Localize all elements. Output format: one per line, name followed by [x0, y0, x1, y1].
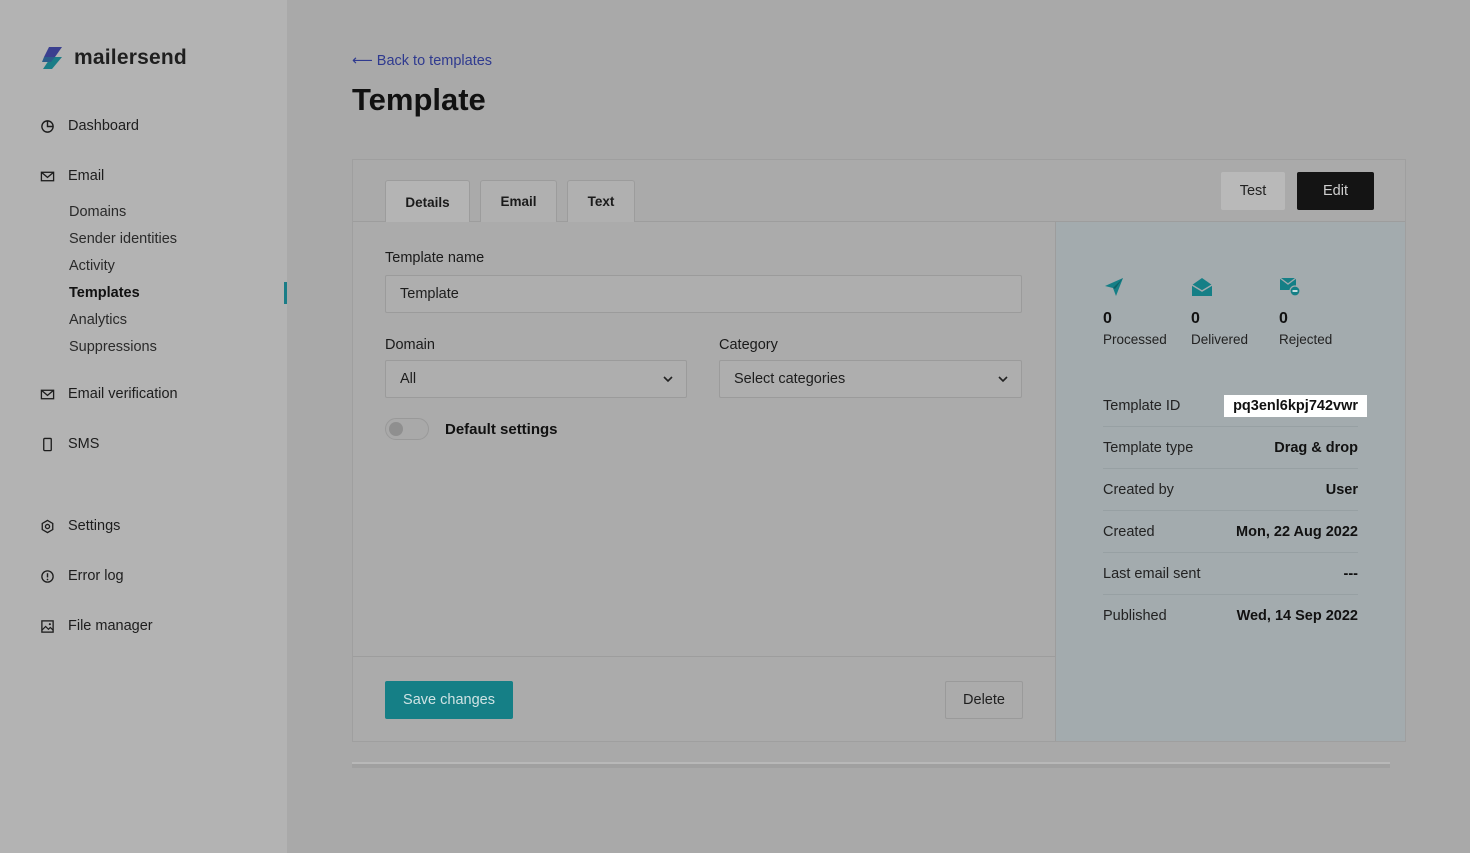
info-row-published: Published Wed, 14 Sep 2022: [1103, 595, 1358, 637]
stat-delivered: 0 Delivered: [1191, 276, 1248, 347]
image-icon: [41, 619, 54, 633]
sidebar: mailersend Dashboard Email Domains Sende…: [0, 0, 287, 853]
info-row-template-id: Template ID pq3enl6kpj742vwr: [1103, 385, 1367, 427]
edit-button[interactable]: Edit: [1297, 172, 1374, 210]
nav-sender-identities[interactable]: Sender identities: [69, 231, 177, 247]
created-label: Created: [1103, 523, 1155, 540]
page-title: Template: [352, 82, 486, 117]
template-info-panel: 0 Processed 0 Delivered 0 Rejected Templ…: [1055, 222, 1405, 741]
nav-suppressions[interactable]: Suppressions: [69, 339, 157, 355]
category-label: Category: [719, 337, 778, 353]
nav-domains[interactable]: Domains: [69, 204, 126, 220]
nav-sms[interactable]: SMS: [40, 436, 99, 452]
details-form: Template name Template Domain All Catego…: [353, 222, 1055, 741]
published-value: Wed, 14 Sep 2022: [1236, 608, 1358, 624]
back-to-templates-link[interactable]: ⟵ Back to templates: [352, 53, 492, 69]
back-link-label: Back to templates: [376, 53, 493, 69]
arrow-left-icon: ⟵: [352, 53, 373, 69]
nav-analytics[interactable]: Analytics: [69, 312, 127, 328]
nav-file-manager-label: File manager: [68, 618, 153, 634]
open-envelope-icon: [1191, 278, 1213, 296]
stat-rejected-label: Rejected: [1279, 332, 1333, 347]
envelope-icon: [40, 171, 55, 181]
created-by-label: Created by: [1103, 481, 1174, 498]
nav-sms-label: SMS: [68, 436, 100, 452]
nav-error-log[interactable]: Error log: [40, 568, 124, 584]
nav-email-verification[interactable]: Email verification: [40, 386, 178, 402]
stat-processed-value: 0: [1103, 310, 1112, 327]
nav-templates[interactable]: Templates: [69, 285, 140, 301]
template-id-label: Template ID: [1103, 397, 1181, 414]
info-row-created: Created Mon, 22 Aug 2022: [1103, 511, 1358, 553]
nav-settings[interactable]: Settings: [40, 518, 120, 534]
toggle-knob: [389, 422, 403, 436]
published-label: Published: [1103, 608, 1167, 624]
template-card: Details Email Text Test Edit Template na…: [352, 159, 1406, 742]
mailersend-logo-icon: [42, 47, 62, 69]
nav-error-log-label: Error log: [68, 568, 124, 584]
tab-text[interactable]: Text: [567, 180, 635, 222]
delete-button[interactable]: Delete: [945, 681, 1023, 719]
nav-email-verification-label: Email verification: [68, 386, 178, 402]
nav-email-label: Email: [68, 168, 105, 184]
stat-rejected: 0 Rejected: [1279, 276, 1332, 347]
pie-chart-icon: [41, 119, 54, 133]
template-id-value[interactable]: pq3enl6kpj742vwr: [1224, 394, 1367, 417]
brand-name: mailersend: [74, 46, 187, 69]
nav-settings-label: Settings: [68, 518, 121, 534]
info-row-template-type: Template type Drag & drop: [1103, 427, 1358, 469]
created-value: Mon, 22 Aug 2022: [1236, 523, 1358, 540]
nav-dashboard[interactable]: Dashboard: [40, 118, 139, 134]
save-changes-button[interactable]: Save changes: [385, 681, 513, 719]
stat-processed-label: Processed: [1103, 332, 1167, 347]
test-button[interactable]: Test: [1221, 172, 1285, 210]
gear-icon: [41, 519, 54, 533]
default-settings-label: Default settings: [445, 421, 558, 438]
alert-circle-icon: [41, 569, 54, 583]
active-nav-indicator: [284, 282, 287, 304]
brand-logo[interactable]: mailersend: [40, 45, 187, 71]
category-select[interactable]: Select categories: [719, 360, 1022, 398]
nav-dashboard-label: Dashboard: [68, 118, 139, 134]
info-row-last-email-sent: Last email sent ---: [1103, 553, 1358, 595]
chevron-down-icon: [663, 376, 673, 383]
template-type-label: Template type: [1103, 439, 1194, 456]
stat-processed: 0 Processed: [1103, 276, 1167, 347]
template-name-input[interactable]: Template: [385, 275, 1022, 313]
envelope-minus-icon: [1279, 277, 1301, 297]
stat-delivered-value: 0: [1191, 310, 1200, 327]
domain-select[interactable]: All: [385, 360, 687, 398]
category-select-value: Select categories: [734, 371, 846, 387]
tab-email[interactable]: Email: [480, 180, 557, 222]
domain-label: Domain: [385, 337, 435, 353]
stat-rejected-value: 0: [1279, 310, 1288, 327]
template-name-label: Template name: [385, 250, 485, 266]
nav-file-manager[interactable]: File manager: [40, 618, 153, 634]
template-type-value: Drag & drop: [1274, 439, 1358, 456]
form-footer: Save changes Delete: [353, 656, 1055, 741]
chevron-down-icon: [998, 376, 1008, 383]
envelope-check-icon: [40, 389, 55, 399]
created-by-value: User: [1325, 481, 1358, 498]
last-email-sent-value: ---: [1343, 565, 1359, 582]
default-settings-toggle[interactable]: [385, 418, 429, 440]
last-email-sent-label: Last email sent: [1103, 565, 1201, 582]
tab-details[interactable]: Details: [385, 180, 470, 223]
card-bottom-edge: [352, 762, 1390, 768]
phone-icon: [43, 437, 52, 451]
domain-select-value: All: [400, 371, 417, 387]
info-row-created-by: Created by User: [1103, 469, 1358, 511]
tabs-bar: Details Email Text Test Edit: [353, 160, 1405, 223]
nav-activity[interactable]: Activity: [69, 258, 115, 274]
stat-delivered-label: Delivered: [1191, 332, 1249, 347]
nav-email[interactable]: Email: [40, 168, 104, 184]
paper-plane-icon: [1105, 278, 1123, 296]
